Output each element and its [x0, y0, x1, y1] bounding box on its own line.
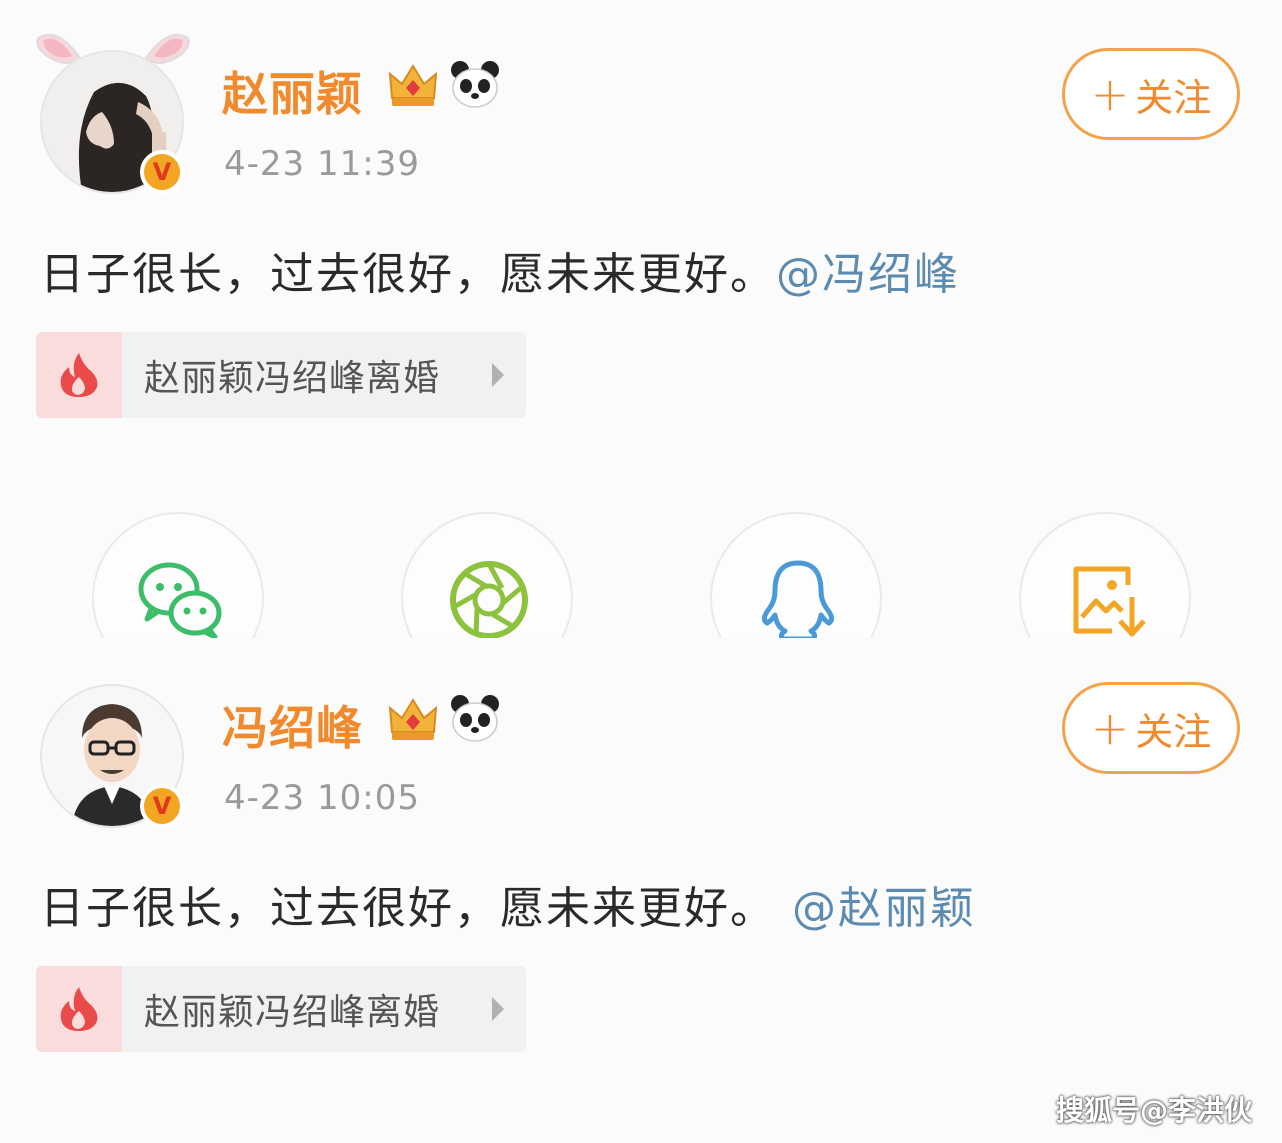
verified-badge: V [140, 784, 184, 828]
avatar-feng[interactable]: V [40, 684, 190, 834]
username[interactable]: 赵丽颖 [222, 58, 363, 124]
plus-icon: + [1090, 701, 1130, 755]
wechat-icon [138, 562, 222, 638]
fire-icon [60, 353, 98, 397]
post-text: 日子很长，过去很好，愿未来更好。 [40, 883, 776, 934]
panda-icon [451, 695, 499, 742]
avatar-zhao[interactable]: V [40, 50, 190, 200]
share-wechat-button[interactable] [92, 512, 264, 638]
fire-icon-box [36, 966, 122, 1052]
follow-button[interactable]: + 关注 [1062, 48, 1240, 140]
plus-icon: + [1090, 67, 1130, 121]
share-row [0, 512, 1282, 638]
crown-icon [388, 64, 438, 106]
username[interactable]: 冯绍峰 [222, 692, 363, 758]
save-image-icon [1073, 566, 1146, 637]
fire-icon-box [36, 332, 122, 418]
follow-label: 关注 [1135, 709, 1212, 754]
topic-label: 赵丽颖冯绍峰离婚 [144, 358, 441, 399]
qq-icon [761, 560, 835, 638]
fire-icon [60, 987, 98, 1031]
follow-button[interactable]: + 关注 [1062, 682, 1240, 774]
verified-badge: V [140, 150, 184, 194]
topic-tag[interactable]: 赵丽颖冯绍峰离婚 [36, 332, 526, 418]
watermark: 搜狐号@李洪伙 [1055, 1094, 1252, 1127]
post-timestamp: 4-23 11:39 [224, 144, 420, 184]
post-content: 日子很长，过去很好，愿未来更好。 @赵丽颖 [40, 872, 976, 936]
mention-link[interactable]: @冯绍峰 [776, 249, 960, 300]
share-moments-button[interactable] [401, 512, 573, 638]
post-text: 日子很长，过去很好，愿未来更好。 [40, 249, 776, 300]
follow-label: 关注 [1135, 75, 1212, 120]
mention-link[interactable]: @赵丽颖 [792, 883, 976, 934]
post-content: 日子很长，过去很好，愿未来更好。@冯绍峰 [40, 238, 960, 302]
topic-tag[interactable]: 赵丽颖冯绍峰离婚 [36, 966, 526, 1052]
arrow-right-icon [492, 363, 504, 387]
topic-label: 赵丽颖冯绍峰离婚 [144, 992, 441, 1033]
moments-icon [450, 561, 528, 638]
arrow-right-icon [492, 997, 504, 1021]
save-image-button[interactable] [1019, 512, 1191, 638]
panda-icon [451, 61, 499, 108]
crown-icon [388, 698, 438, 740]
post-timestamp: 4-23 10:05 [224, 778, 420, 818]
share-qq-button[interactable] [710, 512, 882, 638]
